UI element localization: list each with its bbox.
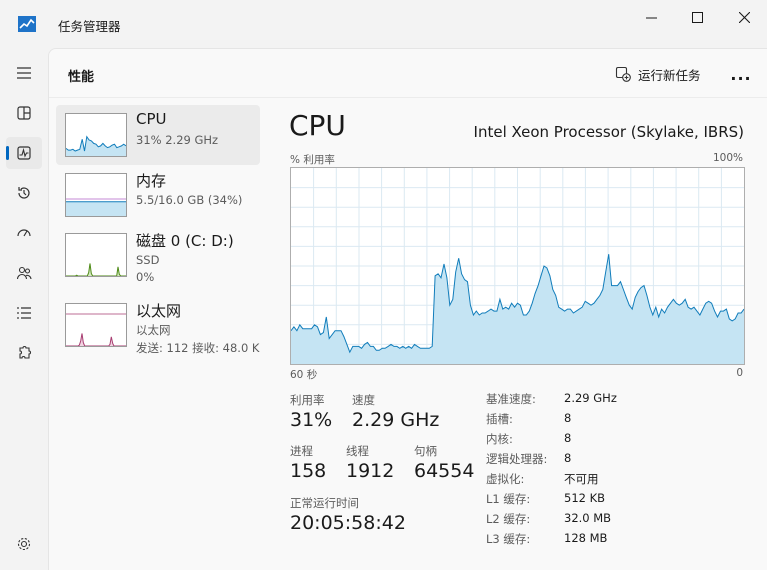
memory-thumbnail-graph bbox=[65, 173, 127, 217]
ethernet-thumb-area bbox=[66, 333, 126, 346]
spec-value: 2.29 GHz bbox=[564, 391, 617, 405]
page-header: 性能 运行新任务 ... bbox=[49, 49, 767, 98]
run-new-task-button[interactable]: 运行新任务 bbox=[615, 61, 701, 87]
processes-label: 进程 bbox=[290, 444, 313, 458]
uptime-value: 20:05:58:42 bbox=[290, 512, 406, 534]
perf-item-ethernet[interactable]: 以太网 以太网 发送: 112 接收: 48.0 K bbox=[56, 295, 260, 355]
spec-value: 8 bbox=[564, 431, 572, 445]
close-icon bbox=[738, 11, 750, 23]
processes-icon bbox=[17, 106, 31, 120]
nav-details[interactable] bbox=[6, 297, 42, 329]
page-title: 性能 bbox=[68, 70, 95, 85]
cpu-thumbnail-graph bbox=[65, 113, 127, 157]
startup-icon bbox=[17, 229, 31, 237]
uptime-label: 正常运行时间 bbox=[290, 496, 359, 510]
disk-item-name: 磁盘 0 (C: D:) bbox=[136, 232, 234, 250]
minimize-button[interactable] bbox=[628, 0, 674, 34]
ethernet-thumbnail-graph bbox=[65, 303, 127, 347]
disk-thumbnail-graph bbox=[65, 233, 127, 277]
nav-users[interactable] bbox=[6, 257, 42, 289]
spec-value: 8 bbox=[564, 451, 572, 465]
spec-key: 插槽: bbox=[486, 412, 513, 426]
memory-thumb-area bbox=[66, 201, 126, 216]
maximize-icon bbox=[691, 11, 703, 23]
handles-label: 句柄 bbox=[414, 444, 437, 458]
threads-value: 1912 bbox=[346, 460, 395, 482]
nav-app-history[interactable] bbox=[6, 177, 42, 209]
close-button[interactable] bbox=[721, 0, 767, 34]
cpu-thumb-area bbox=[66, 136, 126, 156]
utilization-label: 利用率 bbox=[290, 393, 325, 407]
spec-value: 32.0 MB bbox=[564, 511, 612, 525]
nav-menu-button[interactable] bbox=[6, 57, 42, 89]
nav-services[interactable] bbox=[6, 337, 42, 369]
performance-icon bbox=[17, 146, 31, 160]
run-new-task-label: 运行新任务 bbox=[638, 67, 701, 83]
ethernet-item-adapter: 以太网 bbox=[136, 323, 171, 337]
ethernet-thumb-line bbox=[66, 333, 126, 347]
spec-key: L3 缓存: bbox=[486, 532, 531, 546]
hamburger-icon bbox=[17, 67, 31, 79]
title-bar: 任务管理器 bbox=[0, 0, 767, 48]
handles-value: 64554 bbox=[414, 460, 475, 482]
nav-settings[interactable] bbox=[6, 528, 42, 560]
utilization-value: 31% bbox=[290, 409, 333, 431]
perf-item-cpu[interactable]: CPU 31% 2.29 GHz bbox=[56, 105, 260, 165]
nav-performance[interactable] bbox=[6, 137, 42, 169]
graph-zero-label: 0 bbox=[736, 367, 743, 379]
cpu-model-name: Intel Xeon Processor (Skylake, IBRS) bbox=[473, 123, 744, 141]
task-manager-app-icon bbox=[18, 16, 36, 32]
spec-value: 512 KB bbox=[564, 491, 606, 505]
spec-key: L2 缓存: bbox=[486, 512, 531, 526]
cpu-item-name: CPU bbox=[136, 110, 167, 128]
run-task-icon bbox=[615, 66, 631, 82]
disk-item-usage: 0% bbox=[136, 270, 155, 284]
threads-label: 线程 bbox=[346, 444, 369, 458]
nav-processes[interactable] bbox=[6, 97, 42, 129]
speed-label: 速度 bbox=[352, 393, 375, 407]
nav-startup-apps[interactable] bbox=[6, 217, 42, 249]
ethernet-item-throughput: 发送: 112 接收: 48.0 K bbox=[136, 341, 260, 355]
window-title: 任务管理器 bbox=[58, 19, 121, 34]
settings-icon bbox=[17, 537, 31, 551]
main-panel: 性能 运行新任务 ... CPU 31% 2.29 GHz 内存 5.5/16.… bbox=[48, 48, 767, 570]
spec-value: 8 bbox=[564, 411, 572, 425]
memory-item-sub: 5.5/16.0 GB (34%) bbox=[136, 193, 243, 207]
cpu-detail-pane: CPU Intel Xeon Processor (Skylake, IBRS)… bbox=[279, 97, 767, 570]
memory-item-name: 内存 bbox=[136, 172, 167, 190]
graph-ymax-label: 100% bbox=[712, 152, 743, 164]
spec-key: 逻辑处理器: bbox=[486, 452, 548, 466]
disk-thumb-line bbox=[66, 263, 126, 277]
history-icon bbox=[18, 187, 30, 199]
nav-rail bbox=[0, 48, 48, 569]
details-icon bbox=[17, 307, 31, 319]
cpu-item-sub: 31% 2.29 GHz bbox=[136, 133, 219, 147]
speed-value: 2.29 GHz bbox=[352, 409, 440, 431]
graph-ylabel: % 利用率 bbox=[290, 154, 335, 166]
minimize-icon bbox=[645, 17, 657, 18]
disk-item-type: SSD bbox=[136, 253, 160, 267]
spec-value: 不可用 bbox=[564, 472, 599, 486]
more-options-button[interactable]: ... bbox=[727, 61, 755, 87]
perf-item-memory[interactable]: 内存 5.5/16.0 GB (34%) bbox=[56, 165, 260, 225]
services-icon bbox=[19, 346, 31, 359]
users-icon bbox=[16, 266, 32, 280]
perf-item-disk[interactable]: 磁盘 0 (C: D:) SSD 0% bbox=[56, 225, 260, 285]
spec-key: L1 缓存: bbox=[486, 492, 531, 506]
processes-value: 158 bbox=[290, 460, 327, 482]
spec-key: 虚拟化: bbox=[486, 472, 525, 486]
ethernet-item-name: 以太网 bbox=[136, 302, 182, 320]
spec-value: 128 MB bbox=[564, 531, 608, 545]
graph-time-label: 60 秒 bbox=[290, 369, 318, 381]
spec-key: 内核: bbox=[486, 432, 513, 446]
maximize-button[interactable] bbox=[674, 0, 720, 34]
detail-title: CPU bbox=[289, 109, 346, 142]
cpu-utilization-graph bbox=[290, 167, 745, 365]
spec-key: 基准速度: bbox=[486, 392, 536, 406]
